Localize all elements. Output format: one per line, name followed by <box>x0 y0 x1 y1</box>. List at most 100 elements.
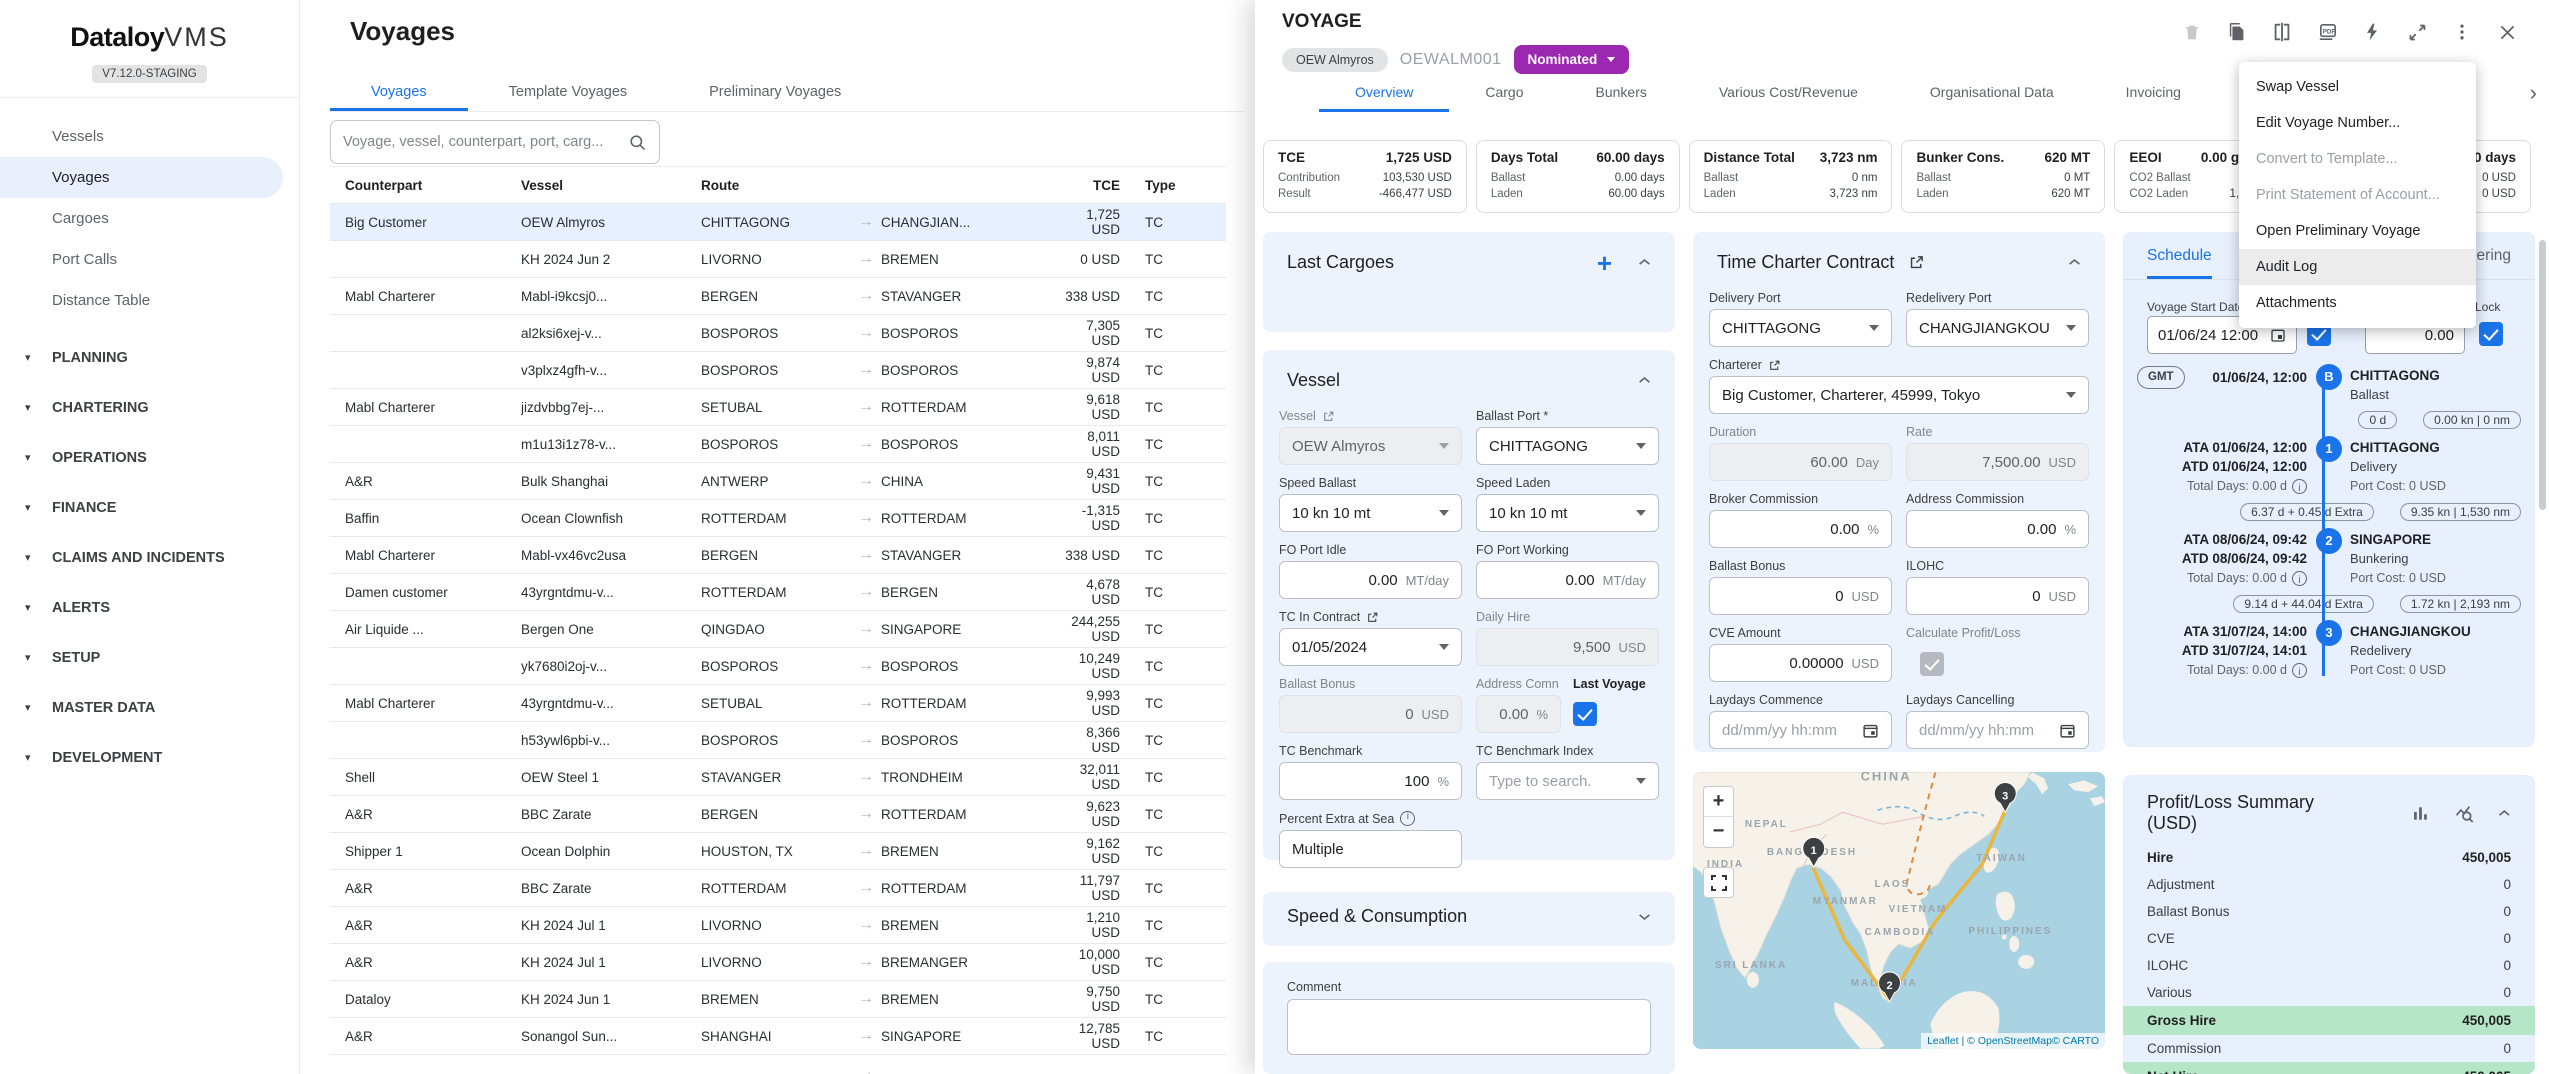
table-row[interactable]: Shipper 1 Ocean Dolphin HOUSTON, TX → BR… <box>330 833 1226 870</box>
table-row[interactable]: Dataloy KH 2024 Jun 1 BREMEN → BREMEN 9,… <box>330 981 1226 1018</box>
tc-in-contract-select[interactable]: 01/05/2024 <box>1279 628 1462 666</box>
sidebar-item[interactable]: Vessels <box>0 116 283 157</box>
table-row[interactable]: al2ksi6xej-v... BOSPOROS → BOSPOROS 7,30… <box>330 315 1226 352</box>
table-row[interactable]: A&R Sonangol Sun... SHANGHAI → SINGAPORE… <box>330 1018 1226 1055</box>
sidebar-section[interactable]: ▾PLANNING <box>0 333 299 383</box>
search-input[interactable] <box>343 134 628 150</box>
quick-actions-icon[interactable] <box>2360 20 2384 44</box>
status-dropdown[interactable]: Nominated <box>1514 45 1630 74</box>
table-row[interactable]: A&R BBC Zarate ROTTERDAM → ROTTERDAM 11,… <box>330 870 1226 907</box>
expand-icon[interactable] <box>2405 20 2429 44</box>
delete-icon[interactable] <box>2180 20 2204 44</box>
sidebar-section[interactable]: ▾ALERTS <box>0 583 299 633</box>
menu-item[interactable]: Print Statement of Account... <box>2239 177 2476 213</box>
table-row[interactable]: v3plxz4gfh-v... BOSPOROS → BOSPOROS 9,87… <box>330 352 1226 389</box>
sidebar-section[interactable]: ▾FINANCE <box>0 483 299 533</box>
sidebar-section[interactable]: ▾DEVELOPMENT <box>0 733 299 783</box>
table-row[interactable]: Shell OEW Steel 1 STAVANGER → TRONDHEIM … <box>330 759 1226 796</box>
main-tab[interactable]: Preliminary Voyages <box>668 74 882 111</box>
panel-tab[interactable]: Organisational Data <box>1894 74 2090 112</box>
external-link-icon[interactable] <box>1768 359 1781 372</box>
laydays-commence-input[interactable]: dd/mm/yy hh:mm <box>1709 711 1892 749</box>
external-link-icon[interactable] <box>1366 611 1379 624</box>
tc-benchmark-index-select[interactable]: Type to search. <box>1476 762 1659 800</box>
panel-tab[interactable]: Cargo <box>1449 74 1559 112</box>
menu-item[interactable]: Swap Vessel <box>2239 69 2476 105</box>
table-row[interactable]: Big Customer OEW Almyros CHITTAGONG → CH… <box>330 204 1226 241</box>
redelivery-port-select[interactable]: CHANGJIANGKOU <box>1906 309 2089 347</box>
route-map[interactable]: CHINA NEPAL BANGLADESH INDIA MYANMAR LAO… <box>1693 772 2105 1049</box>
sidebar-item[interactable]: Port Calls <box>0 239 283 280</box>
tc-benchmark-input[interactable]: 100% <box>1279 762 1462 800</box>
bar-chart-icon[interactable] <box>2411 804 2430 823</box>
table-row[interactable]: A&R KH 2024 Jul 1 LIVORNO → BREMEN 1,210… <box>330 907 1226 944</box>
collapse-icon[interactable] <box>1638 256 1651 269</box>
voyage-search[interactable] <box>330 120 660 164</box>
table-row[interactable]: h53ywl6pbi-v... BOSPOROS → BOSPOROS 8,36… <box>330 722 1226 759</box>
sidebar-item[interactable]: Distance Table <box>0 280 283 321</box>
table-row[interactable]: Mabl Charterer 43yrgntdmu-v... SETUBAL →… <box>330 685 1226 722</box>
lock-checkbox[interactable] <box>2479 322 2503 346</box>
expand-icon[interactable] <box>1638 910 1651 923</box>
address-commission-input[interactable]: 0.00% <box>1906 510 2089 548</box>
compare-documents-icon[interactable] <box>2270 20 2294 44</box>
sidebar-section[interactable]: ▾MASTER DATA <box>0 683 299 733</box>
comment-input[interactable] <box>1287 999 1651 1055</box>
ilohc-input[interactable]: 0USD <box>1906 577 2089 615</box>
table-row[interactable]: A&R BBC Zarate BERGEN → ROTTERDAM 9,623 … <box>330 796 1226 833</box>
panel-tab[interactable]: Overview <box>1319 74 1449 112</box>
kebab-menu-icon[interactable] <box>2450 20 2474 44</box>
panel-tab[interactable]: Bunkers <box>1560 74 1683 112</box>
laydays-cancelling-input[interactable]: dd/mm/yy hh:mm <box>1906 711 2089 749</box>
cve-amount-input[interactable]: 0.00000USD <box>1709 644 1892 682</box>
pdf-export-icon[interactable]: PDF <box>2315 20 2339 44</box>
table-row[interactable]: A&R Bulk Shanghai ANTWERP → CHINA 9,431 … <box>330 463 1226 500</box>
table-row[interactable]: Baffin Ocean Clownfish ROTTERDAM → ROTTE… <box>330 500 1226 537</box>
calendar-icon[interactable] <box>2270 327 2286 343</box>
osm-link[interactable]: OpenStreetMap <box>1978 1035 2052 1047</box>
broker-commission-input[interactable]: 0.00% <box>1709 510 1892 548</box>
chart-search-icon[interactable] <box>2454 803 2474 824</box>
timezone-chip[interactable]: GMT <box>2137 366 2185 389</box>
copy-icon[interactable] <box>2225 20 2249 44</box>
last-voyage-checkbox[interactable] <box>1573 702 1597 726</box>
table-row[interactable]: → <box>330 1055 1226 1074</box>
zoom-in-button[interactable]: + <box>1704 787 1733 817</box>
schedule-stop[interactable]: 9.14 d + 44.04 d Extra 1.72 kn | 2,193 n… <box>2137 595 2521 680</box>
table-row[interactable]: Mabl Charterer Mabl-vx46vc2usa BERGEN → … <box>330 537 1226 574</box>
menu-item[interactable]: Audit Log <box>2239 249 2476 285</box>
panel-scrollbar[interactable] <box>2539 240 2546 510</box>
carto-link[interactable]: © CARTO <box>2052 1035 2099 1047</box>
schedule-stop[interactable]: GMT01/06/24, 12:00 B CHITTAGONG Ballast <box>2137 364 2521 404</box>
calendar-icon[interactable] <box>1862 722 1879 739</box>
calendar-icon[interactable] <box>2059 722 2076 739</box>
table-row[interactable]: Damen customer 43yrgntdmu-v... ROTTERDAM… <box>330 574 1226 611</box>
sidebar-item[interactable]: Voyages <box>0 157 283 198</box>
collapse-icon[interactable] <box>2068 256 2081 269</box>
fo-port-idle-input[interactable]: 0.00MT/day <box>1279 561 1462 599</box>
menu-item[interactable]: Attachments <box>2239 285 2476 321</box>
menu-item[interactable]: Open Preliminary Voyage <box>2239 213 2476 249</box>
table-row[interactable]: Air Liquide ... Bergen One QINGDAO → SIN… <box>330 611 1226 648</box>
speed-ballast-select[interactable]: 10 kn 10 mt <box>1279 494 1462 532</box>
table-row[interactable]: Mabl Charterer jizdvbbg7ej-... SETUBAL →… <box>330 389 1226 426</box>
table-row[interactable]: Mabl Charterer Mabl-i9kcsj0... BERGEN → … <box>330 278 1226 315</box>
schedule-tab[interactable]: Schedule <box>2147 232 2212 279</box>
percent-extra-input[interactable]: Multiple <box>1279 830 1462 868</box>
external-link-icon[interactable] <box>1322 410 1335 423</box>
tcc-ballast-bonus-input[interactable]: 0USD <box>1709 577 1892 615</box>
sidebar-item[interactable]: Cargoes <box>0 198 283 239</box>
collapse-icon[interactable] <box>1638 374 1651 387</box>
table-row[interactable]: m1u13i1z78-v... BOSPOROS → BOSPOROS 8,01… <box>330 426 1226 463</box>
main-tab[interactable]: Voyages <box>330 74 468 111</box>
close-icon[interactable] <box>2495 20 2519 44</box>
schedule-stop[interactable]: 0 d 0.00 kn | 0 nm ATA 01/06/24, 12:00 A… <box>2137 411 2521 496</box>
collapse-icon[interactable] <box>2498 807 2511 820</box>
zoom-out-button[interactable]: − <box>1704 817 1733 847</box>
leaflet-link[interactable]: Leaflet | © <box>1927 1035 1978 1047</box>
fo-port-working-input[interactable]: 0.00MT/day <box>1476 561 1659 599</box>
sidebar-section[interactable]: ▾OPERATIONS <box>0 433 299 483</box>
sidebar-section[interactable]: ▾CLAIMS AND INCIDENTS <box>0 533 299 583</box>
sidebar-section[interactable]: ▾SETUP <box>0 633 299 683</box>
table-row[interactable]: A&R KH 2024 Jul 1 LIVORNO → BREMANGER 10… <box>330 944 1226 981</box>
